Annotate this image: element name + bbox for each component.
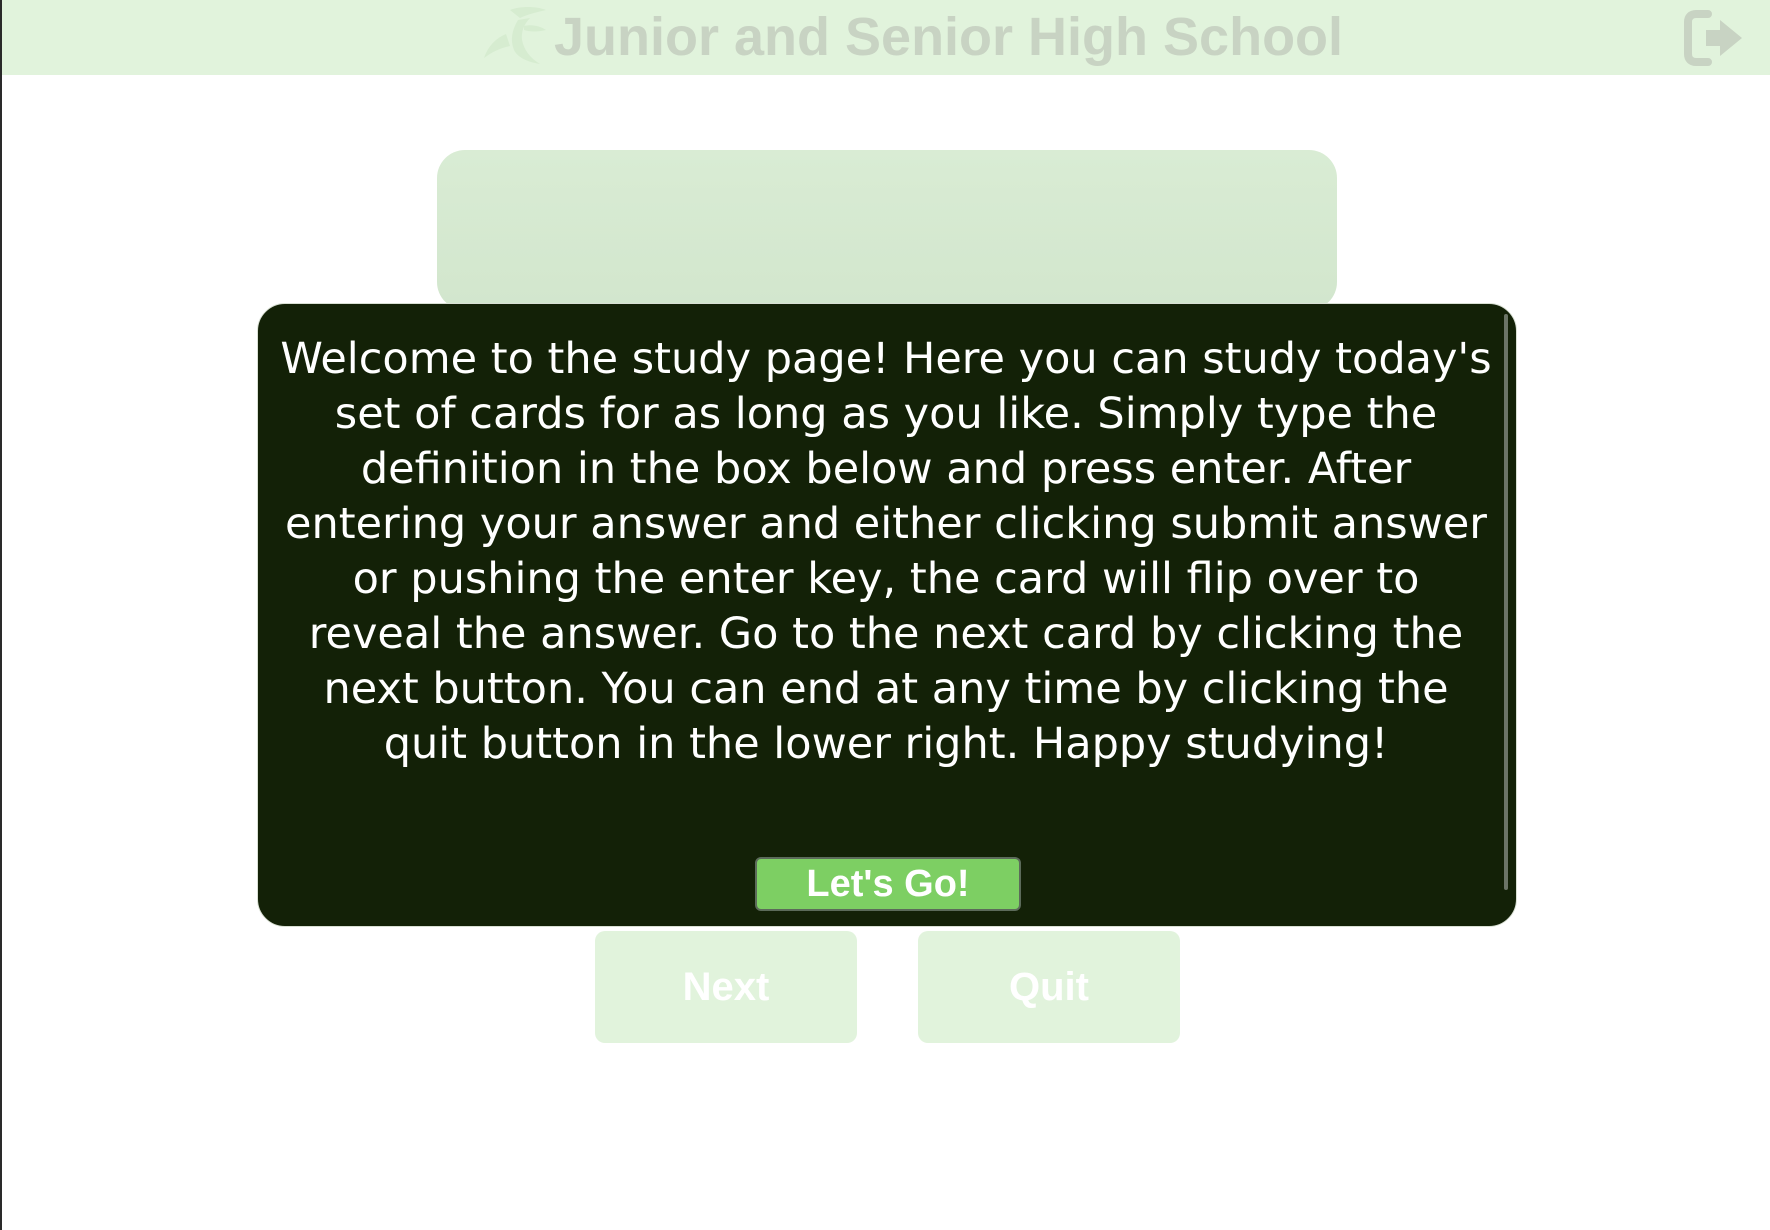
modal-scrollbar[interactable] [1504, 314, 1508, 890]
sign-out-icon[interactable] [1682, 8, 1746, 68]
welcome-message: Welcome to the study page! Here you can … [280, 334, 1492, 769]
leaf-logo-icon [484, 7, 546, 64]
window-left-edge [0, 0, 2, 1230]
welcome-modal: Welcome to the study page! Here you can … [257, 303, 1517, 927]
top-header-bar: Junior and Senior High School [2, 0, 1770, 75]
school-title: Junior and Senior High School [554, 7, 1344, 67]
flashcard [437, 150, 1337, 310]
next-button[interactable]: Next [595, 931, 857, 1043]
quit-button[interactable]: Quit [918, 931, 1180, 1043]
lets-go-button[interactable]: Let's Go! [755, 857, 1021, 911]
